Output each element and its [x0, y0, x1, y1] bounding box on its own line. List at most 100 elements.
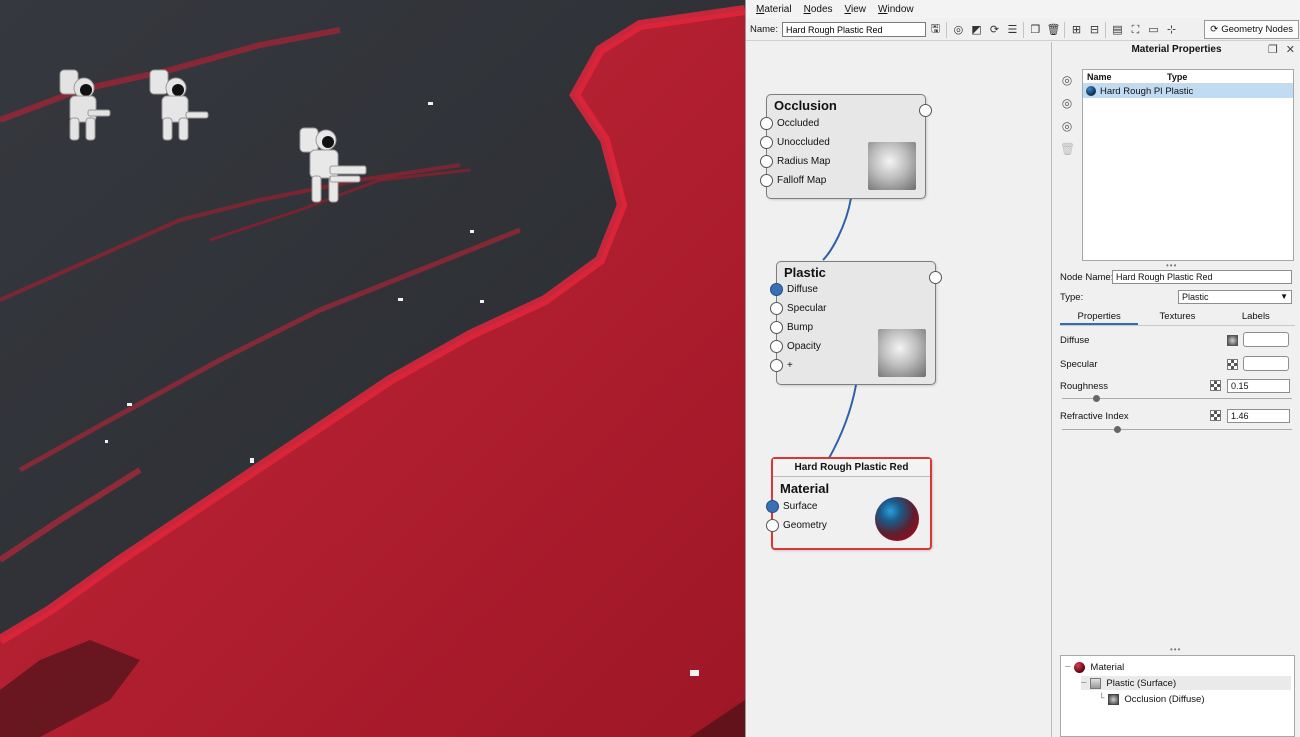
- splitter-handle[interactable]: •••: [1166, 262, 1180, 270]
- diffuse-texture-icon[interactable]: [1227, 335, 1238, 346]
- roughness-slider-handle[interactable]: [1093, 395, 1100, 402]
- menu-view[interactable]: View: [839, 4, 873, 15]
- port-circle[interactable]: [770, 301, 783, 315]
- input-unoccluded[interactable]: Unoccluded: [760, 134, 830, 150]
- float-icon[interactable]: ❐: [1268, 43, 1278, 56]
- property-tabs: Properties Textures Labels: [1060, 310, 1295, 326]
- input-opacity[interactable]: Opacity: [770, 338, 821, 354]
- plastic-node-icon: [1090, 677, 1102, 689]
- new-material-icon[interactable]: ◎: [1060, 73, 1074, 87]
- select-icon[interactable]: ◩: [968, 21, 985, 38]
- port-label: Diffuse: [787, 283, 818, 295]
- roughness-map-icon[interactable]: [1210, 380, 1221, 391]
- type-dropdown[interactable]: Plastic ▼: [1178, 290, 1292, 304]
- occlusion-node[interactable]: Occlusion Occluded Unoccluded Radius Map…: [760, 94, 932, 199]
- input-geometry[interactable]: Geometry: [766, 517, 827, 533]
- collapse-icon[interactable]: —: [1065, 662, 1070, 672]
- tree-item-occlusion[interactable]: └ Occlusion (Diffuse): [1099, 692, 1205, 706]
- occlusion-preview: [868, 142, 916, 190]
- roughness-value-field[interactable]: 0.15: [1227, 379, 1290, 393]
- collapse-icon[interactable]: —: [1081, 678, 1086, 688]
- geometry-nodes-label: Geometry Nodes: [1221, 24, 1293, 35]
- copy-icon[interactable]: ❐: [1027, 21, 1044, 38]
- chevron-down-icon: ▼: [1280, 292, 1288, 301]
- menu-material[interactable]: Material: [750, 4, 798, 15]
- refresh-icon[interactable]: ⟳: [986, 21, 1003, 38]
- tree-item-label: Plastic (Surface): [1106, 677, 1177, 689]
- specular-label: Specular: [1060, 359, 1098, 370]
- adjust-icon[interactable]: ☰: [1004, 21, 1021, 38]
- splitter-handle[interactable]: •••: [1170, 646, 1184, 654]
- port-circle[interactable]: [770, 339, 783, 353]
- plastic-node[interactable]: Plastic Diffuse Specular Bump Opacity +: [770, 261, 942, 385]
- roughness-label: Roughness: [1060, 381, 1109, 392]
- menu-nodes[interactable]: Nodes: [798, 4, 839, 15]
- connect-icon[interactable]: ⊹: [1163, 21, 1180, 38]
- specular-map-icon[interactable]: [1227, 359, 1238, 370]
- port-circle[interactable]: [760, 116, 773, 130]
- tree-item-plastic[interactable]: — Plastic (Surface): [1081, 676, 1291, 690]
- port-circle[interactable]: [766, 518, 779, 532]
- input-falloff-map[interactable]: Falloff Map: [760, 172, 826, 188]
- fit-view-icon[interactable]: ⛶: [1127, 21, 1144, 38]
- render-viewport[interactable]: [0, 0, 745, 737]
- material-link-icon[interactable]: ◎: [1060, 119, 1074, 133]
- refractive-slider-handle[interactable]: [1113, 426, 1121, 433]
- toolbar: Name: 🖫 ◎ ◩ ⟳ ☰ ❐ 🗑 ⊞ ⊟ ▤ ⛶ ▭ ⊹ ⟳ Geomet…: [746, 19, 1300, 41]
- input-bump[interactable]: Bump: [770, 319, 814, 335]
- material-node[interactable]: Hard Rough Plastic Red Material Surface …: [766, 457, 932, 550]
- list-item[interactable]: Hard Rough Pl Plastic: [1083, 84, 1293, 98]
- material-name-input[interactable]: [781, 22, 926, 37]
- tab-labels[interactable]: Labels: [1217, 310, 1295, 325]
- tab-textures[interactable]: Textures: [1138, 310, 1216, 325]
- port-circle[interactable]: [760, 154, 773, 168]
- input-specular[interactable]: Specular: [770, 300, 827, 316]
- port-label: Unoccluded: [777, 136, 830, 148]
- geometry-nodes-button[interactable]: ⟳ Geometry Nodes: [1204, 20, 1299, 39]
- port-circle[interactable]: [770, 358, 783, 372]
- output-port[interactable]: [919, 104, 932, 117]
- diffuse-color-swatch[interactable]: [1243, 332, 1289, 347]
- close-icon[interactable]: ✕: [1286, 43, 1295, 56]
- material-tree[interactable]: — Material — Plastic (Surface) └ Occlusi…: [1060, 655, 1295, 737]
- zoom-100-icon[interactable]: ▭: [1145, 21, 1162, 38]
- trash-icon[interactable]: 🗑: [1060, 142, 1075, 156]
- tree-item-material[interactable]: — Material: [1065, 660, 1124, 674]
- menu-window[interactable]: Window: [872, 4, 920, 15]
- column-name[interactable]: Name: [1083, 70, 1163, 83]
- port-label: Bump: [787, 321, 814, 333]
- save-icon[interactable]: 🖫: [927, 21, 944, 38]
- output-port[interactable]: [929, 271, 942, 284]
- specular-color-swatch[interactable]: [1243, 356, 1289, 371]
- diffuse-label: Diffuse: [1060, 335, 1090, 346]
- tab-properties[interactable]: Properties: [1060, 310, 1139, 325]
- tree-item-label: Occlusion (Diffuse): [1124, 693, 1205, 705]
- add-node-icon[interactable]: ⊞: [1068, 21, 1085, 38]
- arrange-icon[interactable]: ▤: [1109, 21, 1126, 38]
- duplicate-material-icon[interactable]: ◎: [1060, 96, 1074, 110]
- input-occluded[interactable]: Occluded: [760, 115, 819, 131]
- input-radius-map[interactable]: Radius Map: [760, 153, 830, 169]
- node-graph[interactable]: Occlusion Occluded Unoccluded Radius Map…: [746, 42, 1051, 737]
- input-diffuse[interactable]: Diffuse: [770, 281, 818, 297]
- port-circle-connected[interactable]: [766, 499, 779, 513]
- type-value: Plastic: [1182, 292, 1209, 302]
- input-add[interactable]: +: [770, 357, 793, 373]
- material-list[interactable]: Name Type Hard Rough Pl Plastic: [1082, 69, 1294, 261]
- delete-icon[interactable]: 🗑: [1045, 21, 1062, 38]
- port-circle[interactable]: [760, 173, 773, 187]
- refractive-slider-track[interactable]: [1062, 429, 1292, 430]
- port-circle[interactable]: [760, 135, 773, 149]
- port-circle[interactable]: [770, 320, 783, 334]
- port-label: Specular: [787, 302, 827, 314]
- name-label: Name:: [750, 24, 778, 35]
- refractive-map-icon[interactable]: [1210, 410, 1221, 421]
- remove-node-icon[interactable]: ⊟: [1086, 21, 1103, 38]
- port-circle-connected[interactable]: [770, 282, 783, 296]
- input-surface[interactable]: Surface: [766, 498, 817, 514]
- assign-material-icon[interactable]: ◎: [950, 21, 967, 38]
- node-name-field[interactable]: Hard Rough Plastic Red: [1112, 270, 1292, 284]
- column-type[interactable]: Type: [1163, 70, 1187, 83]
- wire-plastic-material: [827, 384, 857, 461]
- refractive-value-field[interactable]: 1.46: [1227, 409, 1290, 423]
